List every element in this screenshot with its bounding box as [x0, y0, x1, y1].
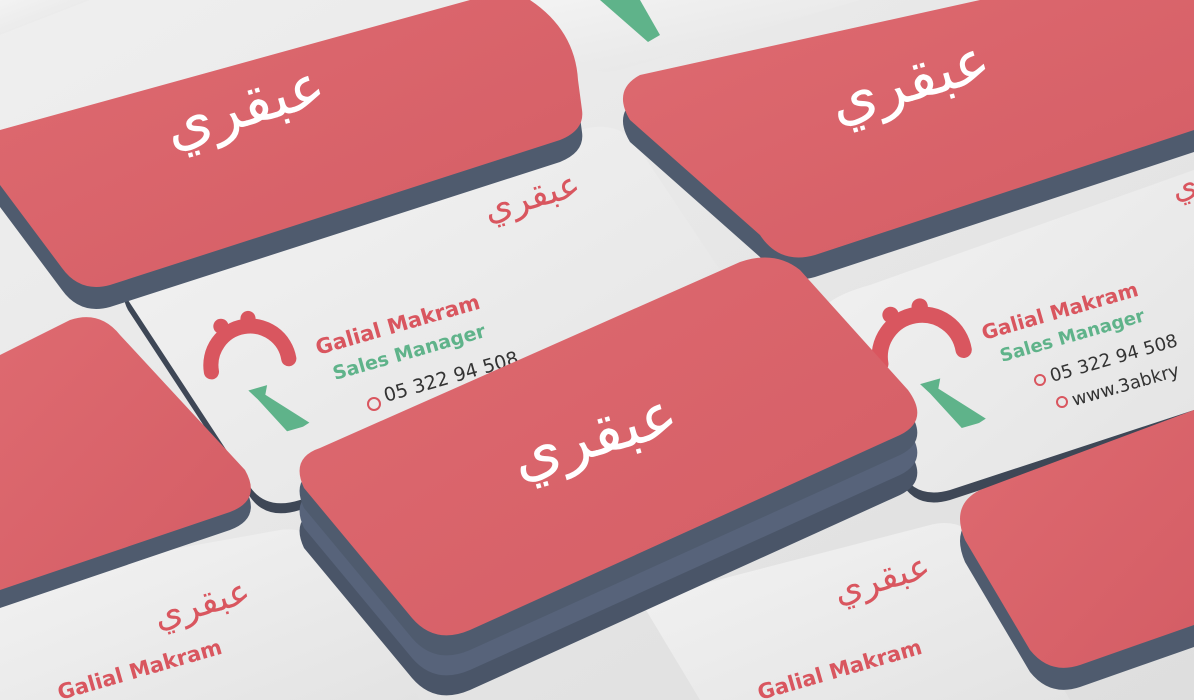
business-card-mockup-scene: عبقري Galial Makram Sales Manager 05 322… — [0, 0, 1194, 700]
